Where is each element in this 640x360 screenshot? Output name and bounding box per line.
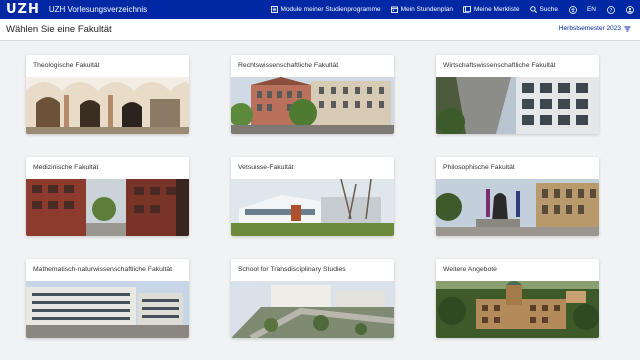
- uzh-logo[interactable]: UZH: [6, 2, 40, 17]
- faculty-card-image: [231, 179, 394, 236]
- faculty-card-image: [26, 179, 189, 236]
- page-title: Wählen Sie eine Fakultät: [6, 24, 112, 35]
- faculty-card-philosophy[interactable]: Philosophische Fakultät: [436, 157, 599, 236]
- faculty-card-law[interactable]: Rechtswissenschaftliche Fakultät: [231, 55, 394, 134]
- accessibility-button[interactable]: [569, 5, 577, 14]
- nav-search[interactable]: Suche: [529, 6, 558, 13]
- accessibility-icon: [569, 5, 577, 14]
- nav-watchlist[interactable]: Meine Merkliste: [463, 6, 520, 13]
- nav-watchlist-label: Meine Merkliste: [474, 6, 520, 13]
- faculty-card-title: School for Transdisciplinary Studies: [238, 266, 346, 273]
- faculty-card-image: [436, 281, 599, 338]
- faculty-card-vetsuisse[interactable]: Vetsuisse-Fakultät: [231, 157, 394, 236]
- watchlist-icon: [463, 6, 471, 13]
- app-title[interactable]: UZH Vorlesungsverzeichnis: [49, 5, 147, 14]
- faculty-card-transdisciplinary[interactable]: School for Transdisciplinary Studies: [231, 259, 394, 338]
- language-switch[interactable]: EN: [587, 6, 596, 13]
- faculty-card-title: Mathematisch-naturwissenschaftliche Faku…: [33, 266, 173, 273]
- faculty-card-title: Rechtswissenschaftliche Fakultät: [238, 62, 339, 69]
- nav-modules-label: Module meiner Studienprogramme: [280, 6, 381, 13]
- faculty-card-title: Theologische Fakultät: [33, 62, 100, 69]
- faculty-card-title: Philosophische Fakultät: [443, 164, 515, 171]
- faculty-card-theology[interactable]: Theologische Fakultät: [26, 55, 189, 134]
- faculty-card-image: [26, 281, 189, 338]
- help-button[interactable]: ?: [607, 5, 615, 14]
- faculty-card-title: Wirtschaftswissenschaftliche Fakultät: [443, 62, 556, 69]
- nav-modules[interactable]: Module meiner Studienprogramme: [270, 6, 381, 13]
- nav-schedule[interactable]: Mein Stundenplan: [390, 6, 454, 13]
- filter-icon: [624, 26, 631, 31]
- faculty-card-image: [231, 281, 394, 338]
- faculty-card-economics[interactable]: Wirtschaftswissenschaftliche Fakultät: [436, 55, 599, 134]
- search-icon: [529, 6, 537, 13]
- top-bar: UZH UZH Vorlesungsverzeichnis Module mei…: [0, 0, 640, 19]
- faculty-card-other[interactable]: Weitere Angebote: [436, 259, 599, 338]
- modules-icon: [270, 6, 278, 13]
- faculty-card-title: Vetsuisse-Fakultät: [238, 164, 294, 171]
- faculty-card-title: Weitere Angebote: [443, 266, 497, 273]
- faculty-card-science[interactable]: Mathematisch-naturwissenschaftliche Faku…: [26, 259, 189, 338]
- account-button[interactable]: [626, 5, 634, 14]
- language-label: EN: [586, 6, 596, 13]
- calendar-icon: [390, 6, 398, 13]
- faculty-card-image: [436, 179, 599, 236]
- semester-selector[interactable]: Herbstsemester 2023: [559, 25, 631, 32]
- user-icon: [626, 5, 634, 14]
- faculty-card-title: Medizinische Fakultät: [33, 164, 99, 171]
- sub-header: Wählen Sie eine Fakultät Herbstsemester …: [0, 19, 640, 41]
- nav-search-label: Suche: [539, 6, 558, 13]
- faculty-card-medicine[interactable]: Medizinische Fakultät: [26, 157, 189, 236]
- faculty-card-image: [231, 77, 394, 134]
- svg-text:?: ?: [610, 7, 613, 13]
- main-nav: Module meiner Studienprogramme Mein Stun…: [261, 0, 634, 19]
- help-icon: ?: [607, 5, 615, 14]
- nav-schedule-label: Mein Stundenplan: [400, 6, 454, 13]
- faculty-card-image: [436, 77, 599, 134]
- semester-label: Herbstsemester 2023: [558, 25, 621, 32]
- faculty-card-image: [26, 77, 189, 134]
